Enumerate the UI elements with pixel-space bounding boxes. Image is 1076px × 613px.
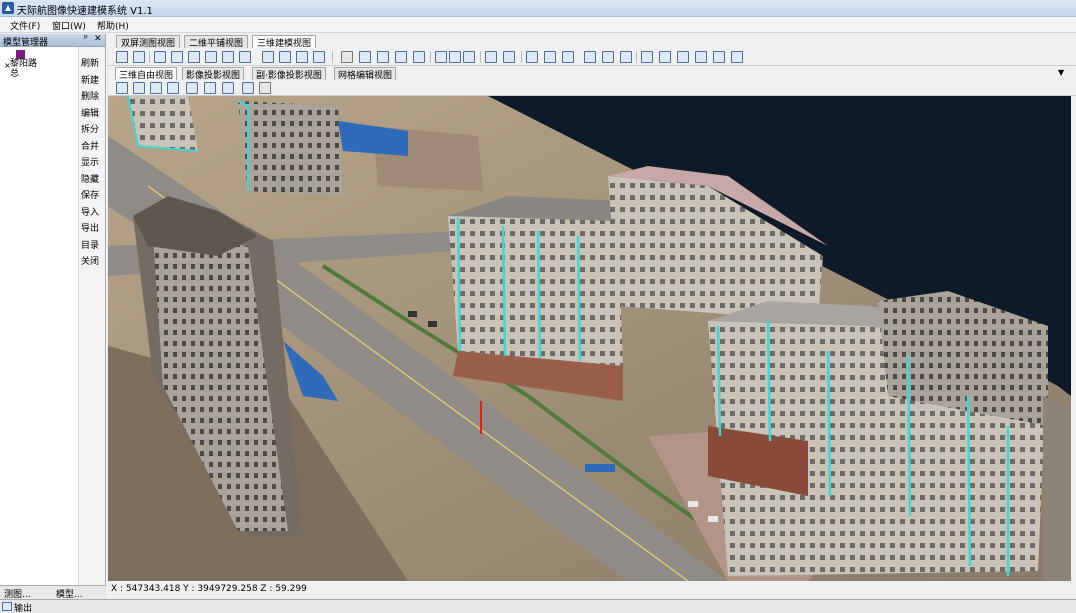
save-icon[interactable]: [116, 51, 128, 63]
rectangle-icon[interactable]: [584, 51, 596, 63]
window-title: 天际航图像快速建模系统 V1.1: [17, 6, 153, 17]
view-toolbar: [108, 80, 1076, 96]
building-icon[interactable]: [377, 51, 389, 63]
square-icon[interactable]: [602, 51, 614, 63]
view-tabs: 双屏测图视图 二维平铺视图 三维建模视图: [108, 35, 1076, 49]
panel-tabs: 测图... 模型...: [0, 585, 106, 600]
tab-mesh-edit-view[interactable]: 网格编辑视图: [334, 67, 397, 81]
panel-title: 模型管理器: [3, 38, 49, 48]
dropdown-arrow-icon[interactable]: ▼: [1058, 68, 1064, 77]
scale-icon[interactable]: [395, 51, 407, 63]
texture-icon[interactable]: [695, 51, 707, 63]
directory-button[interactable]: 目录: [81, 238, 99, 251]
new-button[interactable]: 新建: [81, 73, 99, 86]
layout-icon[interactable]: [188, 51, 200, 63]
layer-color-swatch: [16, 50, 25, 59]
grid-icon[interactable]: [154, 51, 166, 63]
house-icon[interactable]: [313, 51, 325, 63]
map-icon[interactable]: [713, 51, 725, 63]
tab-image-projection-view[interactable]: 影像投影视图: [182, 67, 245, 81]
menu-bar: 文件(F) 窗口(W) 帮助(H): [0, 17, 1076, 33]
line-icon[interactable]: [526, 51, 538, 63]
image-icon[interactable]: [222, 51, 234, 63]
tab-dual-screen-view[interactable]: 双屏测图视图: [116, 35, 181, 49]
view-mode-1-icon[interactable]: [186, 82, 198, 94]
close-button[interactable]: 关闭: [81, 254, 99, 267]
globe-icon[interactable]: [239, 51, 251, 63]
box-select-icon[interactable]: [359, 51, 371, 63]
list-icon[interactable]: [259, 82, 271, 94]
last-frame-icon[interactable]: [449, 51, 461, 63]
box3d-icon[interactable]: [620, 51, 632, 63]
coordinate-readout: X : 547343.418 Y : 3949729.258 Z : 59.29…: [111, 584, 307, 594]
pin-icon[interactable]: ᵖ: [84, 34, 88, 44]
city-model-render: [108, 96, 1071, 581]
link-icon[interactable]: [242, 82, 254, 94]
output-label[interactable]: 输出: [14, 601, 32, 613]
select-arrow-icon[interactable]: [341, 51, 353, 63]
export-button[interactable]: 导出: [81, 221, 99, 234]
scissors-icon[interactable]: [677, 51, 689, 63]
split-button[interactable]: 拆分: [81, 122, 99, 135]
person-icon[interactable]: [296, 51, 308, 63]
anchor-icon[interactable]: [463, 51, 475, 63]
3d-viewport[interactable]: [108, 96, 1071, 581]
merge-button[interactable]: 合并: [81, 139, 99, 152]
redo-icon[interactable]: [503, 51, 515, 63]
refresh-button[interactable]: 刷新: [81, 56, 99, 69]
hide-button[interactable]: 隐藏: [81, 172, 99, 185]
tab-secondary-image-projection-view[interactable]: 副·影像投影视图: [252, 67, 326, 81]
app-icon: [2, 2, 14, 14]
output-icon: [2, 602, 12, 611]
model-manager-panel: 模型管理器 ᵖ ✕ × 黎阳路总 刷新 新建 删除 编辑 拆分 合并 显示 隐藏…: [0, 34, 106, 585]
close-icon[interactable]: ✕: [94, 34, 102, 44]
save-button[interactable]: 保存: [81, 188, 99, 201]
panel-header: 模型管理器 ᵖ ✕: [0, 34, 105, 48]
title-bar: 天际航图像快速建模系统 V1.1: [0, 0, 1076, 17]
monitor-icon[interactable]: [171, 51, 183, 63]
tab-3d-free-view[interactable]: 三维自由视图: [115, 67, 178, 81]
coordinate-readout-bar: X : 547343.418 Y : 3949729.258 Z : 59.29…: [108, 581, 1071, 596]
circle-icon[interactable]: [562, 51, 574, 63]
view-mode-2-icon[interactable]: [204, 82, 216, 94]
delete-button[interactable]: 删除: [81, 89, 99, 102]
undo-icon[interactable]: [485, 51, 497, 63]
arc-icon[interactable]: [544, 51, 556, 63]
expand-icon[interactable]: [167, 82, 179, 94]
move-icon[interactable]: [641, 51, 653, 63]
copy-icon[interactable]: [659, 51, 671, 63]
first-frame-icon[interactable]: [435, 51, 447, 63]
zoom-icon[interactable]: [731, 51, 743, 63]
view-mode-3-icon[interactable]: [222, 82, 234, 94]
edit-button[interactable]: 编辑: [81, 106, 99, 119]
tab-2d-tile-view[interactable]: 二维平铺视图: [184, 35, 249, 49]
export-icon[interactable]: [133, 51, 145, 63]
command-column: 刷新 新建 删除 编辑 拆分 合并 显示 隐藏 保存 导入 导出 目录 关闭: [78, 47, 105, 585]
menu-help[interactable]: 帮助(H): [97, 19, 129, 32]
main-toolbar: [108, 49, 1076, 66]
pillar-icon[interactable]: [413, 51, 425, 63]
output-bar: 输出: [0, 599, 1076, 613]
capture-icon[interactable]: [133, 82, 145, 94]
light-icon[interactable]: [150, 82, 162, 94]
menu-window[interactable]: 窗口(W): [52, 19, 86, 32]
camera-icon[interactable]: [116, 82, 128, 94]
menu-file[interactable]: 文件(F): [10, 19, 40, 32]
tree-item-model[interactable]: 黎阳路总: [10, 59, 38, 79]
sub-view-tabs: 三维自由视图 影像投影视图 副·影像投影视图 网格编辑视图 ▼: [108, 66, 1076, 81]
pdf-icon[interactable]: [279, 51, 291, 63]
tab-3d-modeling-view[interactable]: 三维建模视图: [252, 35, 317, 49]
network-icon[interactable]: [262, 51, 274, 63]
import-button[interactable]: 导入: [81, 205, 99, 218]
window-icon[interactable]: [205, 51, 217, 63]
show-button[interactable]: 显示: [81, 155, 99, 168]
